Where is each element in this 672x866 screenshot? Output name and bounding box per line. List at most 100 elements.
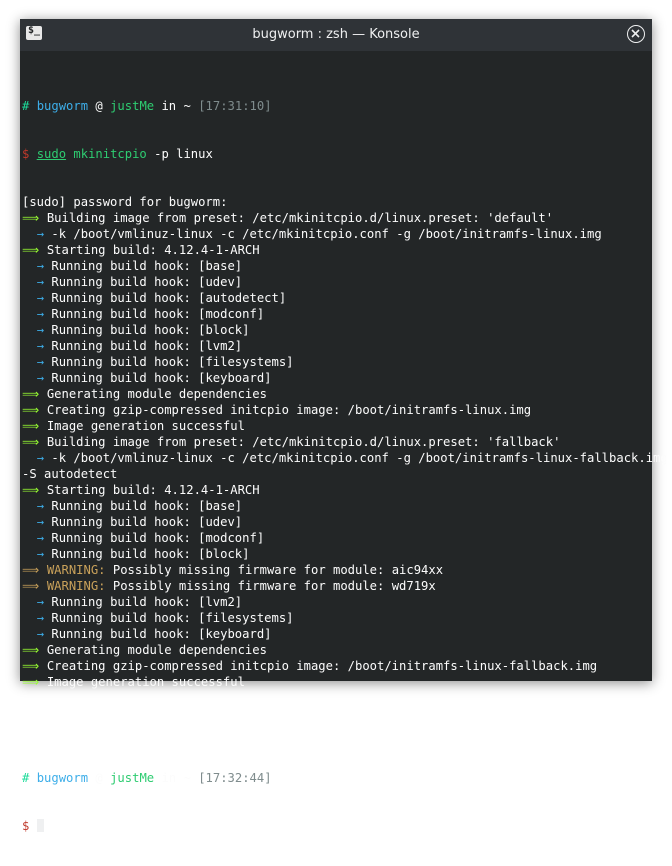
big-arrow-icon: ⟹ (22, 435, 40, 449)
output-text: [sudo] password for bugworm: (22, 195, 228, 209)
output-text: Creating gzip-compressed initcpio image:… (39, 403, 532, 417)
output-line: → Running build hook: [base] (22, 498, 650, 514)
title-bar[interactable]: $_ bugworm : zsh — Konsole (20, 19, 652, 51)
build-output: [sudo] password for bugworm: ⟹ Building i… (22, 194, 668, 690)
prompt-line: # bugworm @ justMe in ~ [17:32:44] (22, 770, 650, 786)
warning-arrow-icon: ⟹ (22, 579, 40, 593)
small-arrow-icon: → (36, 547, 45, 561)
output-line: → Running build hook: [keyboard] (22, 626, 650, 642)
output-line: → -k /boot/vmlinuz-linux -c /etc/mkinitc… (22, 226, 650, 242)
big-arrow-icon: ⟹ (22, 419, 40, 433)
prompt-hash: # (22, 771, 30, 785)
output-line: -S autodetect (22, 466, 650, 482)
big-arrow-icon: ⟹ (22, 483, 40, 497)
output-line: → Running build hook: [block] (22, 546, 650, 562)
small-arrow-icon: → (36, 531, 45, 545)
text-cursor (36, 819, 44, 832)
small-arrow-icon: → (36, 291, 45, 305)
command-sudo: sudo (36, 147, 67, 161)
output-line: ⟹ Starting build: 4.12.4-1-ARCH (22, 242, 650, 258)
small-arrow-icon: → (36, 627, 45, 641)
output-text: Running build hook: [lvm2] (44, 339, 243, 353)
output-text: Building image from preset: /etc/mkinitc… (39, 435, 561, 449)
prompt-line: # bugworm @ justMe in ~ [17:31:10] (22, 98, 650, 114)
command-args: -p linux (146, 147, 213, 161)
output-line: ⟹ Image generation successful (22, 418, 650, 434)
output-line: → Running build hook: [keyboard] (22, 370, 650, 386)
prompt-dir: ~ (183, 99, 191, 113)
output-text: Running build hook: [modconf] (44, 531, 265, 545)
small-arrow-icon: → (36, 451, 45, 465)
prompt-hash: # (22, 99, 30, 113)
output-text: Possibly missing firmware for module: ai… (105, 563, 444, 577)
output-text: Running build hook: [base] (44, 259, 243, 273)
output-text: Image generation successful (39, 419, 245, 433)
small-arrow-icon: → (36, 227, 45, 241)
output-text: Possibly missing firmware for module: wd… (105, 579, 436, 593)
output-text: Running build hook: [block] (44, 323, 250, 337)
prompt-dollar: $ (22, 147, 30, 161)
small-arrow-icon: → (36, 355, 45, 369)
output-line: → Running build hook: [base] (22, 258, 650, 274)
prompt-in: in (161, 99, 177, 113)
output-line: ⟹ Creating gzip-compressed initcpio imag… (22, 402, 650, 418)
small-arrow-icon: → (36, 275, 45, 289)
prompt-time: [17:31:10] (198, 99, 272, 113)
big-arrow-icon: ⟹ (22, 659, 40, 673)
prompt-dir: ~ (183, 771, 191, 785)
output-line: [sudo] password for bugworm: (22, 194, 650, 210)
prompt-at: @ (95, 99, 103, 113)
output-line: ⟹ Generating module dependencies (22, 386, 650, 402)
prompt-user: bugworm (36, 99, 89, 113)
output-text: -k /boot/vmlinuz-linux -c /etc/mkinitcpi… (44, 451, 668, 465)
output-text: Running build hook: [udev] (44, 515, 243, 529)
output-text: Running build hook: [keyboard] (44, 371, 272, 385)
prompt-in: in (161, 771, 177, 785)
output-text: Building image from preset: /etc/mkinitc… (39, 211, 554, 225)
output-text: Running build hook: [modconf] (44, 307, 265, 321)
output-text: -S autodetect (22, 467, 118, 481)
prompt-user: bugworm (36, 771, 89, 785)
output-line: → Running build hook: [udev] (22, 274, 650, 290)
output-line: → Running build hook: [lvm2] (22, 338, 650, 354)
output-text: Running build hook: [filesystems] (44, 355, 294, 369)
output-text: Generating module dependencies (39, 387, 267, 401)
prompt-dollar: $ (22, 819, 30, 833)
prompt-time: [17:32:44] (198, 771, 272, 785)
warning-arrow-icon: ⟹ (22, 563, 40, 577)
output-line: → Running build hook: [udev] (22, 514, 650, 530)
output-line: ⟹ Starting build: 4.12.4-1-ARCH (22, 482, 650, 498)
big-arrow-icon: ⟹ (22, 243, 40, 257)
konsole-window: $_ bugworm : zsh — Konsole # bugworm @ j… (20, 19, 668, 833)
big-arrow-icon: ⟹ (22, 643, 40, 657)
output-line: ⟹ WARNING: Possibly missing firmware for… (22, 562, 650, 578)
output-line: ⟹ Image generation successful (22, 674, 650, 690)
input-line[interactable]: $ (22, 818, 650, 834)
small-arrow-icon: → (36, 371, 45, 385)
output-line: ⟹ Building image from preset: /etc/mkini… (22, 210, 650, 226)
output-line: ⟹ WARNING: Possibly missing firmware for… (22, 578, 650, 594)
warning-label: WARNING: (39, 563, 106, 577)
output-text: Running build hook: [keyboard] (44, 627, 272, 641)
close-button[interactable] (627, 25, 645, 43)
small-arrow-icon: → (36, 515, 45, 529)
big-arrow-icon: ⟹ (22, 211, 40, 225)
small-arrow-icon: → (36, 259, 45, 273)
output-line: → -k /boot/vmlinuz-linux -c /etc/mkinitc… (22, 450, 668, 466)
big-arrow-icon: ⟹ (22, 387, 40, 401)
output-text: Starting build: 4.12.4-1-ARCH (39, 483, 260, 497)
small-arrow-icon: → (36, 611, 45, 625)
output-line: ⟹ Generating module dependencies (22, 642, 650, 658)
terminal-output[interactable]: # bugworm @ justMe in ~ [17:31:10] $ sud… (22, 66, 668, 866)
prompt-host: justMe (110, 99, 155, 113)
big-arrow-icon: ⟹ (22, 675, 40, 689)
output-line: → Running build hook: [block] (22, 322, 650, 338)
output-text: Generating module dependencies (39, 643, 267, 657)
output-line: ⟹ Building image from preset: /etc/mkini… (22, 434, 650, 450)
output-line: → Running build hook: [autodetect] (22, 290, 650, 306)
close-icon (631, 29, 640, 38)
output-line: → Running build hook: [filesystems] (22, 610, 650, 626)
output-line: → Running build hook: [filesystems] (22, 354, 650, 370)
prompt-host: justMe (110, 771, 155, 785)
